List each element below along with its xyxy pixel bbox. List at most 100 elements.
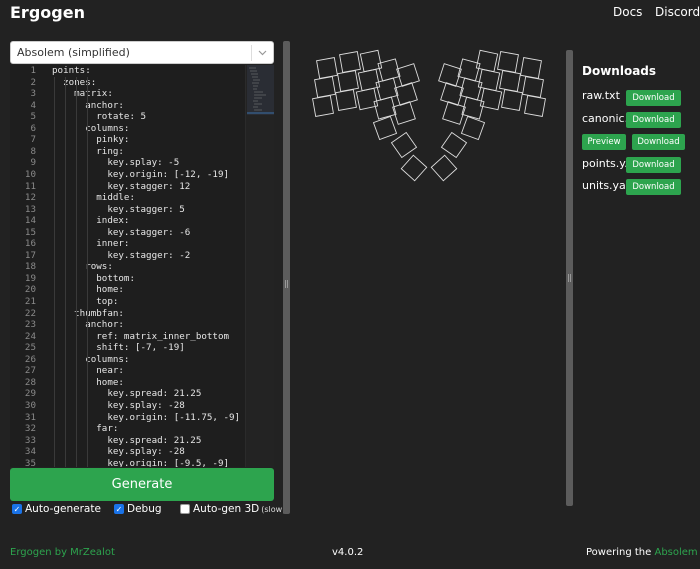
code-line[interactable]: key.splay: -28 (52, 400, 184, 411)
line-number: 6 (30, 122, 36, 134)
nav-discord-link[interactable]: Discord (655, 5, 700, 19)
download-raw-button[interactable]: Download (626, 90, 681, 106)
code-line[interactable]: key.splay: -5 (52, 157, 179, 168)
code-line[interactable]: ref: matrix_inner_bottom (52, 331, 229, 342)
code-line[interactable]: columns: (52, 354, 129, 365)
line-number: 10 (24, 168, 36, 180)
key-outline (337, 70, 359, 92)
line-number: 28 (24, 376, 36, 388)
footer-credit-link[interactable]: Ergogen by MrZealot (10, 547, 115, 558)
key-outline (359, 49, 383, 73)
download-canonical-button[interactable]: Download (626, 112, 681, 128)
code-line[interactable]: key.origin: [-11.75, -9] (52, 412, 240, 423)
code-line[interactable]: key.origin: [-9.5, -9] (52, 458, 229, 467)
editor-minimap[interactable] (245, 65, 274, 467)
line-number: 26 (24, 353, 36, 365)
footer-absolem-link[interactable]: Absolem (654, 547, 697, 558)
auto-gen-3d-checkbox[interactable]: Auto-gen 3D (slow) (180, 503, 285, 515)
key-outline (524, 95, 546, 117)
chevron-down-icon[interactable] (251, 45, 273, 61)
code-content[interactable]: points: zones: matrix: anchor: rotate: 5… (52, 65, 244, 467)
line-number: 30 (24, 399, 36, 411)
app-title[interactable]: Ergogen (10, 3, 85, 22)
code-line[interactable]: key.stagger: 5 (52, 204, 184, 215)
key-outline (430, 154, 458, 182)
download-points-button[interactable]: Download (626, 157, 681, 173)
auto-gen-3d-note: (slow) (261, 504, 286, 514)
checkmark-icon: ✓ (12, 504, 22, 514)
code-line[interactable]: rows: (52, 261, 113, 272)
drag-handle-icon (285, 280, 288, 288)
config-select-value: Absolem (simplified) (17, 46, 130, 59)
key-outline (475, 49, 499, 73)
code-line[interactable]: points: (52, 65, 91, 76)
key-outline (339, 51, 361, 73)
right-splitter[interactable] (566, 50, 573, 506)
unchecked-box-icon (180, 504, 190, 514)
key-outline (477, 68, 501, 92)
line-number: 27 (24, 365, 36, 377)
left-splitter[interactable] (283, 41, 290, 514)
line-number: 21 (24, 296, 36, 307)
code-line[interactable]: key.spread: 21.25 (52, 435, 201, 446)
code-line[interactable]: columns: (52, 123, 129, 134)
code-line[interactable]: key.stagger: 12 (52, 181, 190, 192)
auto-gen-3d-label: Auto-gen 3D (193, 503, 260, 515)
download-units-button[interactable]: Download (626, 179, 681, 195)
version-label: v4.0.2 (332, 547, 364, 558)
checkmark-icon: ✓ (114, 504, 124, 514)
line-number: 35 (24, 457, 36, 467)
line-number: 12 (24, 192, 36, 204)
line-number: 14 (24, 215, 36, 227)
code-line[interactable]: key.splay: -28 (52, 446, 184, 457)
key-outline (460, 115, 486, 141)
code-line[interactable]: top: (52, 296, 118, 307)
line-number: 17 (24, 249, 36, 261)
code-line[interactable]: key.spread: 21.25 (52, 388, 201, 399)
indent-guide (54, 77, 55, 467)
line-number: 22 (24, 307, 36, 319)
keyboard-preview[interactable] (292, 40, 566, 510)
footer-powering: Powering the Absolem (586, 547, 698, 558)
debug-checkbox[interactable]: ✓ Debug (114, 503, 162, 515)
line-number: 18 (24, 261, 36, 273)
code-line[interactable]: key.stagger: -2 (52, 250, 190, 261)
code-line[interactable]: index: (52, 215, 129, 226)
auto-generate-label: Auto-generate (25, 503, 101, 515)
download-outline-button[interactable]: Download (632, 134, 685, 150)
key-outline (501, 89, 523, 111)
key-outline (400, 154, 428, 182)
key-outline (390, 131, 418, 159)
code-line[interactable]: rotate: 5 (52, 111, 146, 122)
line-number: 23 (24, 319, 36, 331)
preview-button[interactable]: Preview (582, 134, 626, 150)
downloads-title: Downloads (582, 64, 657, 78)
code-line[interactable]: key.origin: [-12, -19] (52, 169, 229, 180)
code-line[interactable]: matrix: (52, 88, 113, 99)
line-number-gutter: 1 2 3 4 5 6 7 8 9 10 11 12 13 14 15 16 17 18 19 20 21 22 23 24 2… (10, 65, 50, 467)
code-line[interactable]: zones: (52, 77, 96, 88)
code-line[interactable]: pinky: (52, 134, 129, 145)
nav-docs-link[interactable]: Docs (613, 5, 642, 19)
line-number: 8 (30, 145, 36, 157)
line-number: 19 (24, 272, 36, 284)
key-outline (522, 76, 544, 98)
keyboard-layout-svg (312, 49, 546, 182)
generate-button[interactable]: Generate (10, 468, 274, 501)
auto-generate-checkbox[interactable]: ✓ Auto-generate (12, 503, 101, 515)
code-line[interactable]: key.stagger: -6 (52, 227, 190, 238)
code-line[interactable]: far: (52, 423, 118, 434)
code-line[interactable]: shift: [-7, -19] (52, 342, 185, 353)
config-select[interactable]: Absolem (simplified) (10, 41, 274, 64)
code-editor[interactable]: 1 2 3 4 5 6 7 8 9 10 11 12 13 14 15 16 17 18 19 20 21 22 23 24 2… (10, 65, 274, 467)
line-number: 5 (30, 111, 36, 123)
line-number: 29 (24, 388, 36, 400)
key-outline (440, 131, 468, 159)
line-number: 3 (30, 88, 36, 100)
code-line[interactable]: inner: (52, 238, 129, 249)
key-outline (520, 57, 542, 79)
file-name-points: points.y... (582, 157, 626, 170)
debug-label: Debug (127, 503, 162, 515)
key-outline (499, 70, 521, 92)
line-number: 24 (24, 330, 36, 342)
